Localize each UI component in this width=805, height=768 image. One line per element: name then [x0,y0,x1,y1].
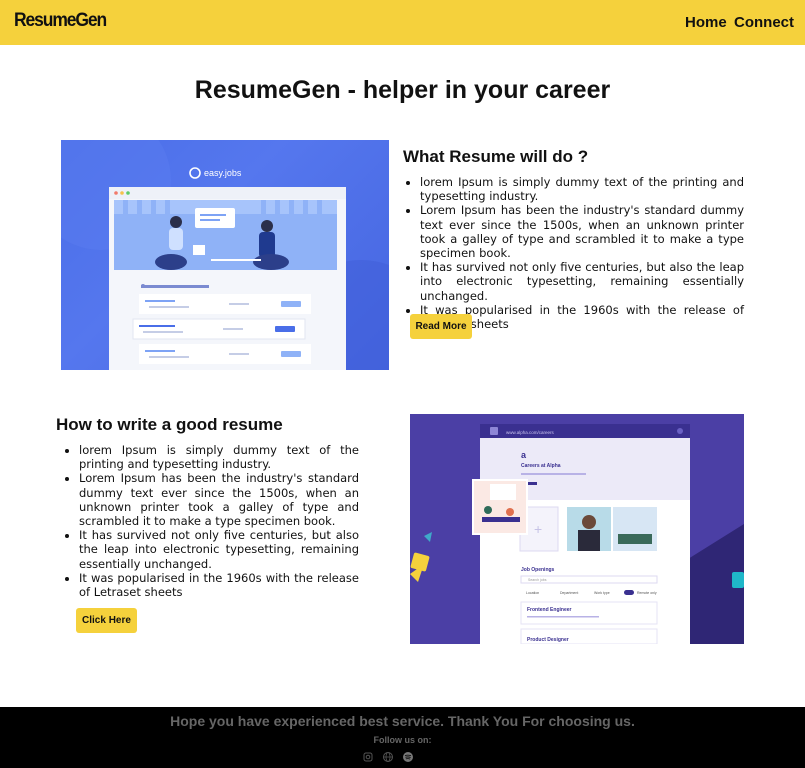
nav-connect-link[interactable]: Connect [734,14,794,31]
section2-bullet-list: lorem Ipsum is simply dummy text of the … [62,443,359,599]
section1-bullet-list: lorem Ipsum is simply dummy text of the … [403,175,744,331]
list-item: It has survived not only five centuries,… [79,528,359,571]
page-title: ResumeGen - helper in your career [194,76,611,104]
section1-illustration: easy.jobs [61,140,389,370]
careers-heading: Careers at Alpha [521,463,561,469]
list-item: It was popularised in the 1960s with the… [79,571,359,599]
list-item: Lorem Ipsum has been the industry's stan… [79,471,359,528]
read-more-button[interactable]: Read More [410,314,472,339]
list-item: lorem Ipsum is simply dummy text of the … [79,443,359,471]
job-search-input: Search jobs [528,578,547,582]
svg-text:+: + [534,521,542,537]
list-item: lorem Ipsum is simply dummy text of the … [420,175,744,203]
globe-icon[interactable] [382,751,394,763]
careers-illustration: www.alpha.com/careers a Careers at Alpha… [410,424,744,644]
section2-title: How to write a good resume [56,415,283,434]
filter-work-type: Work type [594,591,610,595]
footer: Hope you have experienced best service. … [0,707,805,768]
footer-message: Hope you have experienced best service. … [170,713,635,729]
browser-url: www.alpha.com/careers [506,430,555,435]
list-item: It has survived not only five centuries,… [420,260,744,303]
section2-illustration: www.alpha.com/careers a Careers at Alpha… [410,414,744,644]
instagram-icon[interactable] [362,751,374,763]
easyjobs-brand-text: easy.jobs [204,168,242,178]
job-openings-label: Job Openings [521,567,555,573]
list-item: Lorem Ipsum has been the industry's stan… [420,203,744,260]
click-here-button[interactable]: Click Here [76,608,137,633]
job-title-2: Product Designer [527,637,569,643]
follow-label: Follow us on: [373,735,432,745]
filter-department: Department [560,591,578,595]
section1-title: What Resume will do ? [403,147,589,166]
logo[interactable]: ResumeGen [14,10,107,32]
nav-home-link[interactable]: Home [685,14,727,31]
job-title-1: Frontend Engineer [527,607,572,613]
filter-location: Location [526,591,539,595]
spotify-icon[interactable] [402,751,414,763]
filter-remote: Remote only [637,591,657,595]
navbar: ResumeGen Home Connect [0,0,805,45]
easyjobs-illustration: easy.jobs [61,140,389,370]
